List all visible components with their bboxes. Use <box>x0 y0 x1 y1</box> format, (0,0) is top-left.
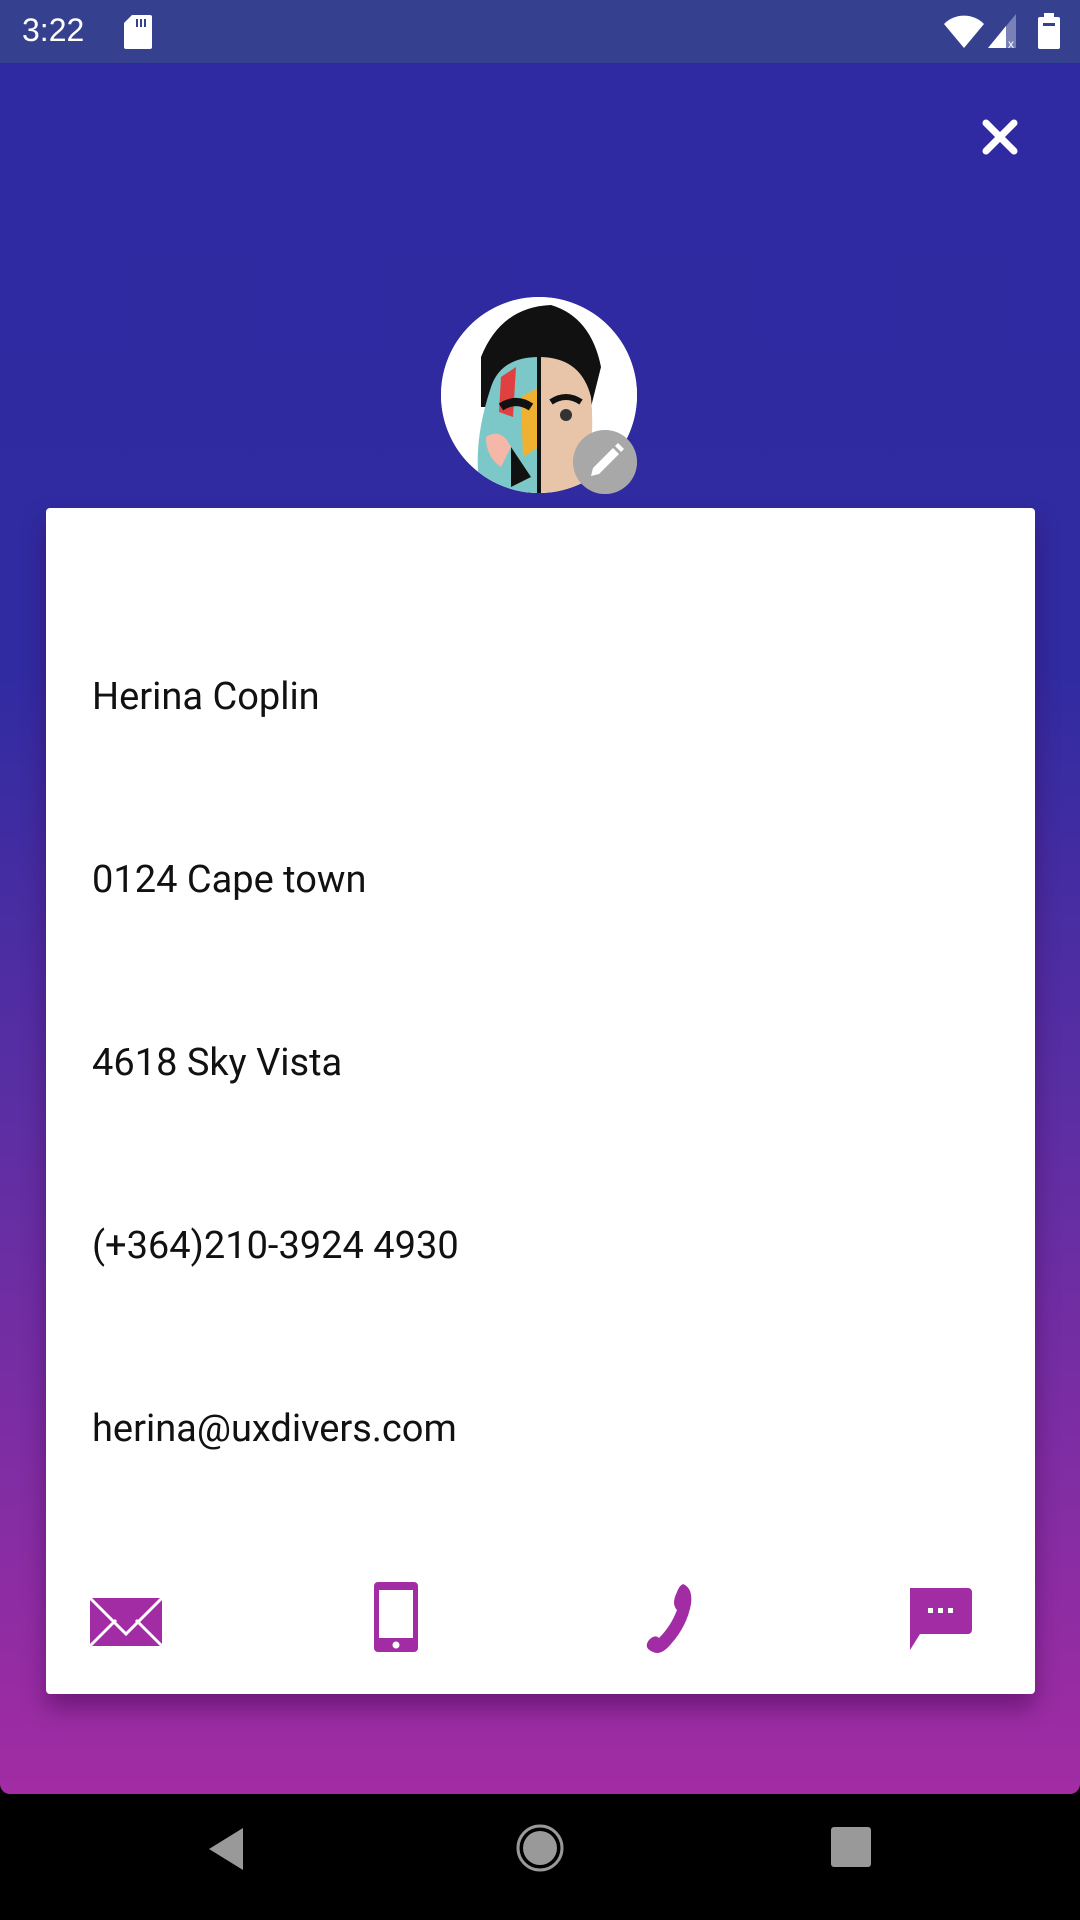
phone-field[interactable]: (+364)210-3924 4930 <box>92 1223 459 1269</box>
mobile-icon[interactable] <box>356 1580 436 1660</box>
message-icon[interactable] <box>898 1580 978 1660</box>
address-line-2-field[interactable]: 4618 Sky Vista <box>92 1040 342 1086</box>
edit-avatar-button[interactable] <box>573 430 637 494</box>
home-icon[interactable] <box>515 1823 565 1873</box>
svg-text:x: x <box>1008 37 1014 48</box>
navigation-bar <box>0 1794 1080 1920</box>
battery-icon <box>1038 13 1060 49</box>
status-bar: 3:22 x <box>0 0 1080 63</box>
back-icon[interactable] <box>205 1826 247 1872</box>
close-icon[interactable] <box>978 115 1022 159</box>
phone-icon[interactable] <box>627 1580 707 1660</box>
recents-icon[interactable] <box>830 1826 872 1868</box>
contact-card: Herina Coplin 0124 Cape town 4618 Sky Vi… <box>46 508 1035 1694</box>
sd-card-icon <box>124 15 152 49</box>
signal-icon: x <box>988 14 1016 48</box>
email-field[interactable]: herina@uxdivers.com <box>92 1406 457 1452</box>
email-icon[interactable] <box>86 1580 166 1660</box>
status-time: 3:22 <box>22 12 85 48</box>
address-line-1-field[interactable]: 0124 Cape town <box>92 857 366 903</box>
wifi-icon <box>944 15 984 48</box>
name-field[interactable]: Herina Coplin <box>92 674 320 720</box>
